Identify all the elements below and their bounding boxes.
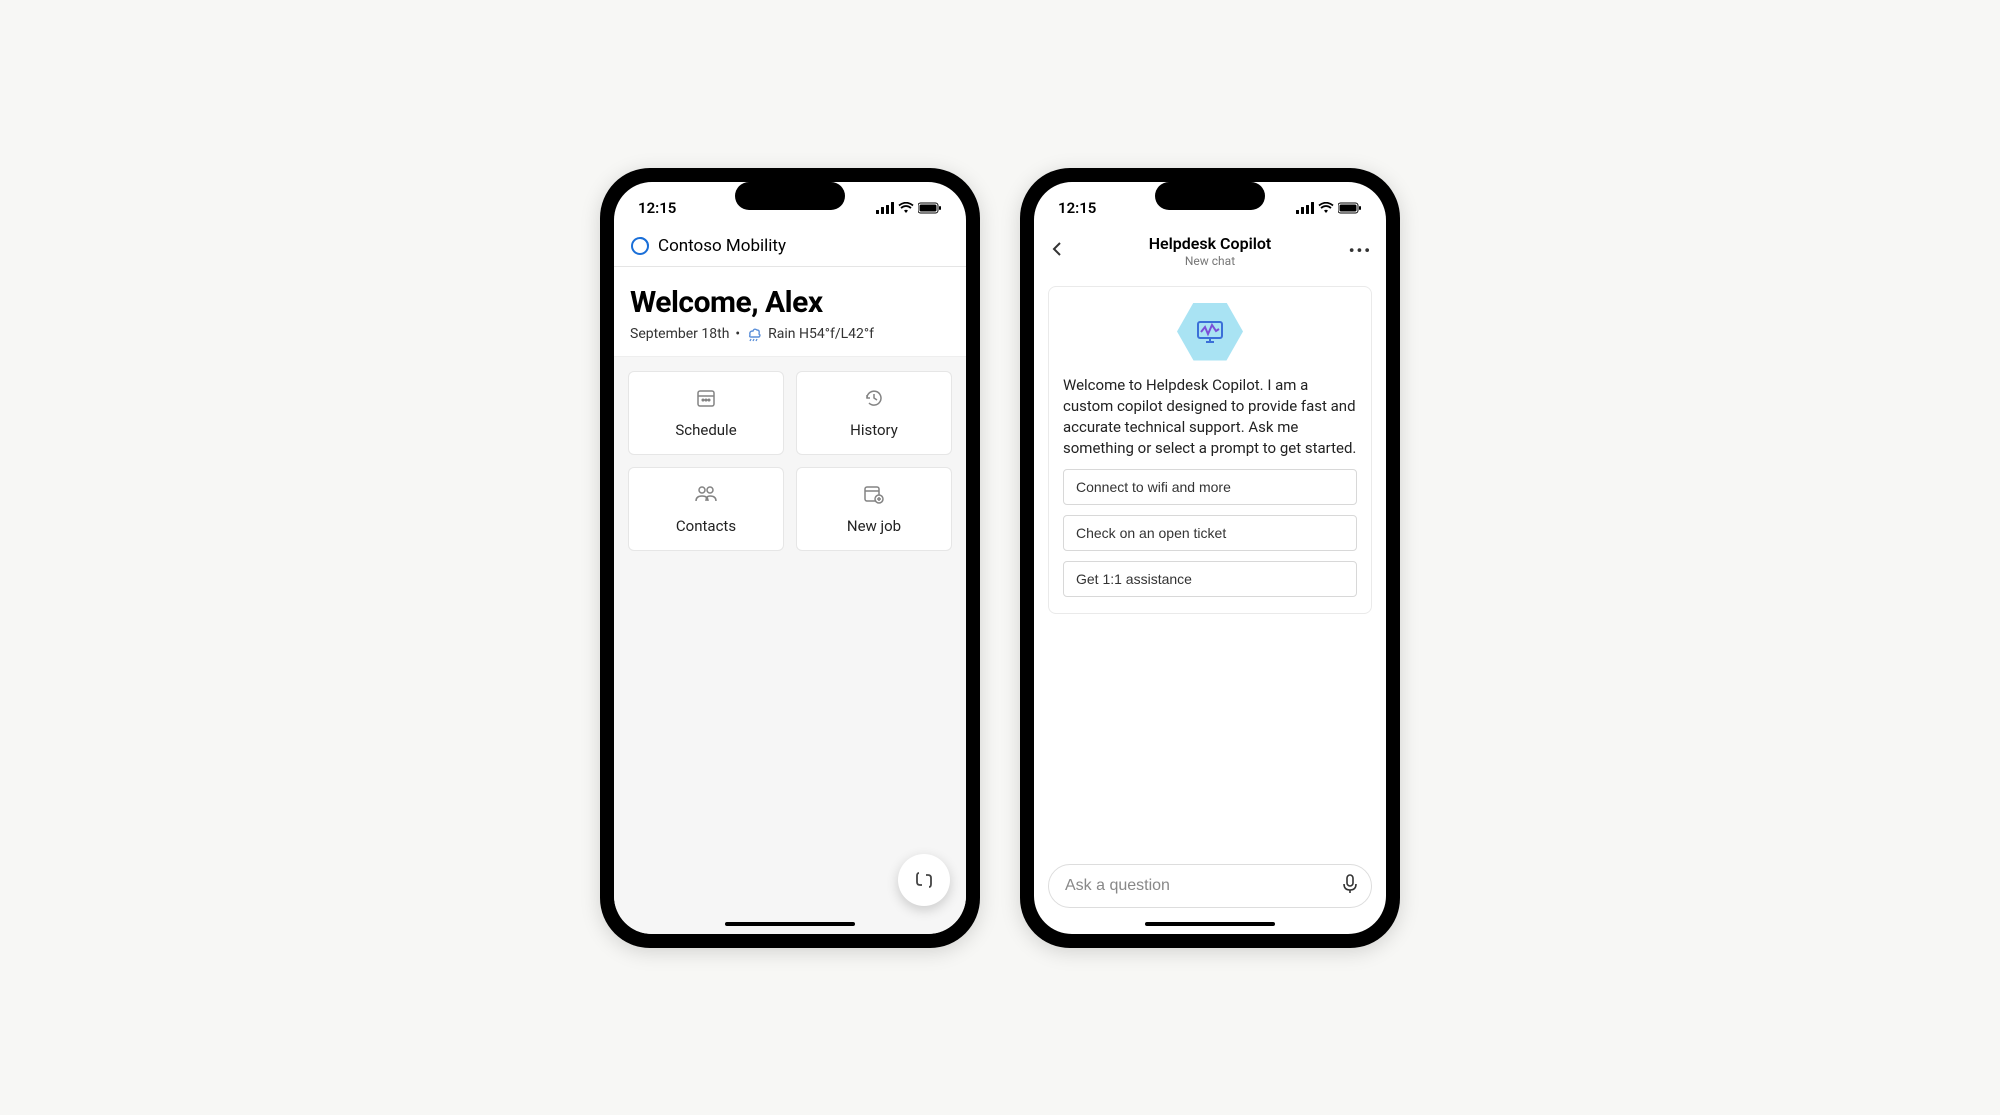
status-time: 12:15 — [1058, 199, 1096, 217]
app-logo-icon — [630, 236, 650, 256]
battery-icon — [1338, 202, 1362, 214]
copilot-icon — [912, 868, 936, 892]
tile-label: New job — [847, 517, 901, 535]
status-icons — [1296, 202, 1362, 214]
welcome-date: September 18th — [630, 326, 729, 342]
screen-right: 12:15 Helpdesk Copilot New chat ••• — [1034, 182, 1386, 934]
tile-grid: Schedule History Contacts — [628, 371, 952, 551]
people-icon — [694, 483, 718, 509]
copilot-intro-card: Welcome to Helpdesk Copilot. I am a cust… — [1048, 286, 1372, 614]
home-indicator — [725, 922, 855, 926]
more-button[interactable]: ••• — [1344, 241, 1372, 260]
chat-input-field[interactable] — [1065, 877, 1331, 895]
calendar-icon — [695, 387, 717, 413]
chat-input[interactable] — [1048, 864, 1372, 908]
back-button[interactable] — [1048, 240, 1076, 262]
chat-subtitle: New chat — [1076, 254, 1344, 268]
tile-label: Schedule — [675, 421, 736, 439]
tile-label: History — [850, 421, 898, 439]
app-header: Contoso Mobility — [614, 228, 966, 267]
status-icons — [876, 202, 942, 214]
wifi-icon — [1318, 202, 1334, 214]
welcome-subtext: September 18th • Rain H54°f/L42°f — [630, 326, 950, 342]
tile-contacts[interactable]: Contacts — [628, 467, 784, 551]
weather-text: Rain H54°f/L42°f — [768, 326, 874, 342]
prompt-assistance[interactable]: Get 1:1 assistance — [1063, 561, 1357, 597]
copilot-fab[interactable] — [898, 854, 950, 906]
phone-frame-left: 12:15 Contoso Mobility Welcome, Alex Sep… — [600, 168, 980, 948]
tile-schedule[interactable]: Schedule — [628, 371, 784, 455]
cellular-icon — [876, 202, 894, 214]
home-body: Schedule History Contacts — [614, 357, 966, 934]
copilot-avatar-icon — [1177, 303, 1243, 361]
home-indicator — [1145, 922, 1275, 926]
copilot-intro-text: Welcome to Helpdesk Copilot. I am a cust… — [1063, 375, 1357, 459]
tile-new-job[interactable]: New job — [796, 467, 952, 551]
notch — [735, 182, 845, 210]
notch — [1155, 182, 1265, 210]
tile-label: Contacts — [676, 517, 736, 535]
microphone-icon — [1341, 874, 1359, 894]
screen-left: 12:15 Contoso Mobility Welcome, Alex Sep… — [614, 182, 966, 934]
wifi-icon — [898, 202, 914, 214]
battery-icon — [918, 202, 942, 214]
prompt-ticket[interactable]: Check on an open ticket — [1063, 515, 1357, 551]
chat-title-block: Helpdesk Copilot New chat — [1076, 234, 1344, 268]
cellular-icon — [1296, 202, 1314, 214]
mic-button[interactable] — [1341, 874, 1359, 898]
chevron-left-icon — [1048, 240, 1066, 258]
new-job-icon — [862, 483, 886, 509]
chat-header: Helpdesk Copilot New chat ••• — [1034, 228, 1386, 276]
tile-history[interactable]: History — [796, 371, 952, 455]
welcome-block: Welcome, Alex September 18th • Rain H54°… — [614, 267, 966, 357]
dot-separator: • — [735, 326, 740, 342]
ellipsis-icon: ••• — [1349, 241, 1372, 260]
prompt-wifi[interactable]: Connect to wifi and more — [1063, 469, 1357, 505]
app-title: Contoso Mobility — [658, 236, 786, 256]
weather-icon — [746, 326, 762, 342]
welcome-title: Welcome, Alex — [630, 285, 950, 320]
phone-frame-right: 12:15 Helpdesk Copilot New chat ••• — [1020, 168, 1400, 948]
chat-body: Welcome to Helpdesk Copilot. I am a cust… — [1034, 276, 1386, 854]
history-icon — [863, 387, 885, 413]
status-time: 12:15 — [638, 199, 676, 217]
chat-title: Helpdesk Copilot — [1076, 234, 1344, 253]
